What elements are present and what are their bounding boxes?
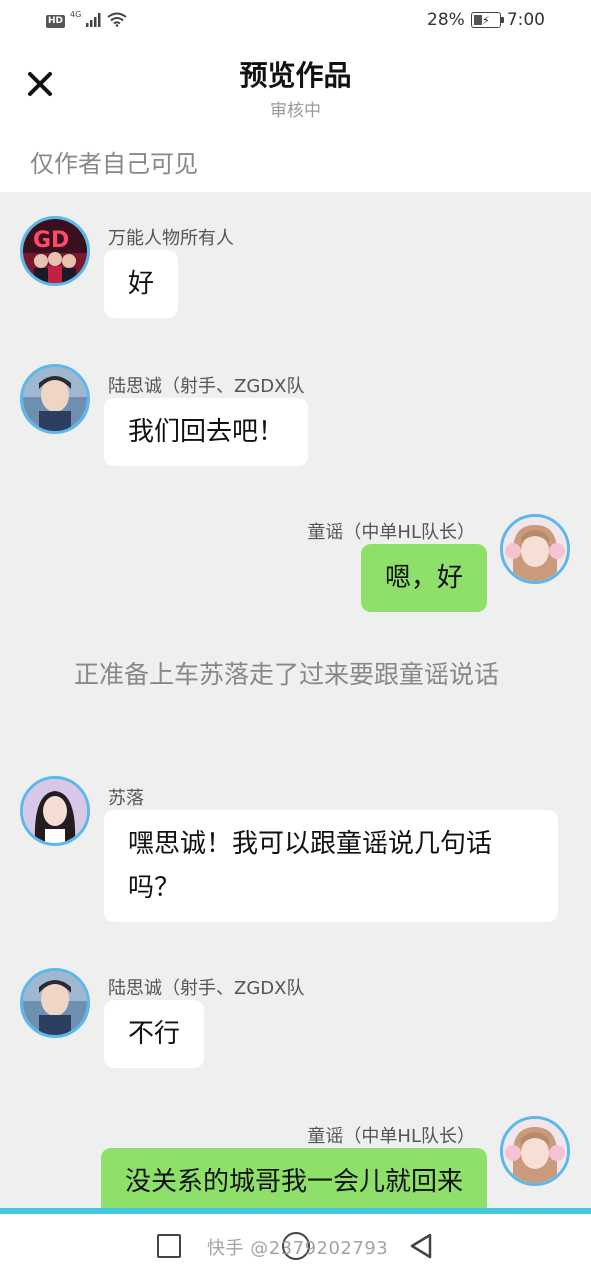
message-bubble[interactable]: 不行 <box>104 1000 205 1068</box>
recent-apps-icon[interactable] <box>157 1234 181 1258</box>
avatar-tongyao[interactable] <box>500 1116 570 1186</box>
avatar-group[interactable]: GD <box>20 216 90 286</box>
svg-text:GD: GD <box>33 228 69 253</box>
network-label: 4G <box>70 10 82 19</box>
sender-name: 苏落 <box>108 788 144 809</box>
battery-percent: 28% <box>427 10 465 30</box>
watermark: 快手 @2379202793 <box>207 1238 389 1259</box>
narration-text: 正准备上车苏落走了过来要跟童谣说话 <box>74 660 500 689</box>
message-bubble[interactable]: 我们回去吧！ <box>104 398 309 466</box>
avatar-tongyao[interactable] <box>500 514 570 584</box>
message-bubble[interactable]: 嘿思诚！我可以跟童谣说几句话吗？ <box>104 810 558 922</box>
visibility-note: 仅作者自己可见 <box>0 128 591 192</box>
message-bubble[interactable]: 好 <box>104 250 179 318</box>
sender-name: 童谣（中单HL队长） <box>307 522 475 543</box>
sender-name: 万能人物所有人 <box>108 228 234 249</box>
visibility-label: 仅作者自己可见 <box>30 150 198 178</box>
review-status: 审核中 <box>270 101 321 121</box>
avatar-lu-sicheng[interactable] <box>20 364 90 434</box>
charging-icon: ⚡ <box>481 13 490 27</box>
wifi-icon <box>107 12 127 31</box>
avatar-lu-sicheng[interactable] <box>20 968 90 1038</box>
avatar-suluo[interactable] <box>20 776 90 846</box>
sender-name: 童谣（中单HL队长） <box>307 1126 475 1147</box>
sender-name: 陆思诚（射手、ZGDX队 <box>108 978 305 999</box>
hd-badge: HD <box>46 15 66 28</box>
status-left: HD 4G <box>46 10 127 31</box>
sender-name: 陆思诚（射手、ZGDX队 <box>108 376 305 397</box>
status-bar: HD 4G 28% ⚡ 7:00 <box>0 0 591 44</box>
status-right: 28% ⚡ 7:00 <box>427 10 545 30</box>
message-bubble[interactable]: 没关系的城哥我一会儿就回来 <box>100 1148 487 1208</box>
page-title: 预览作品 <box>239 59 352 92</box>
clock: 7:00 <box>506 10 545 30</box>
message-bubble[interactable]: 嗯，好 <box>360 544 487 612</box>
navigation-bar: 快手 @2379202793 <box>0 1214 591 1280</box>
signal-icon <box>86 12 102 31</box>
battery-icon: ⚡ <box>470 12 504 28</box>
battery-level <box>473 15 482 25</box>
header: 预览作品 审核中 <box>0 44 591 128</box>
chat-area[interactable]: GD 万能人物所有人 好 陆思诚（射手、ZGDX队 我们回去吧！ 童谣（中单HL… <box>0 192 591 1208</box>
back-icon[interactable] <box>408 1232 434 1264</box>
